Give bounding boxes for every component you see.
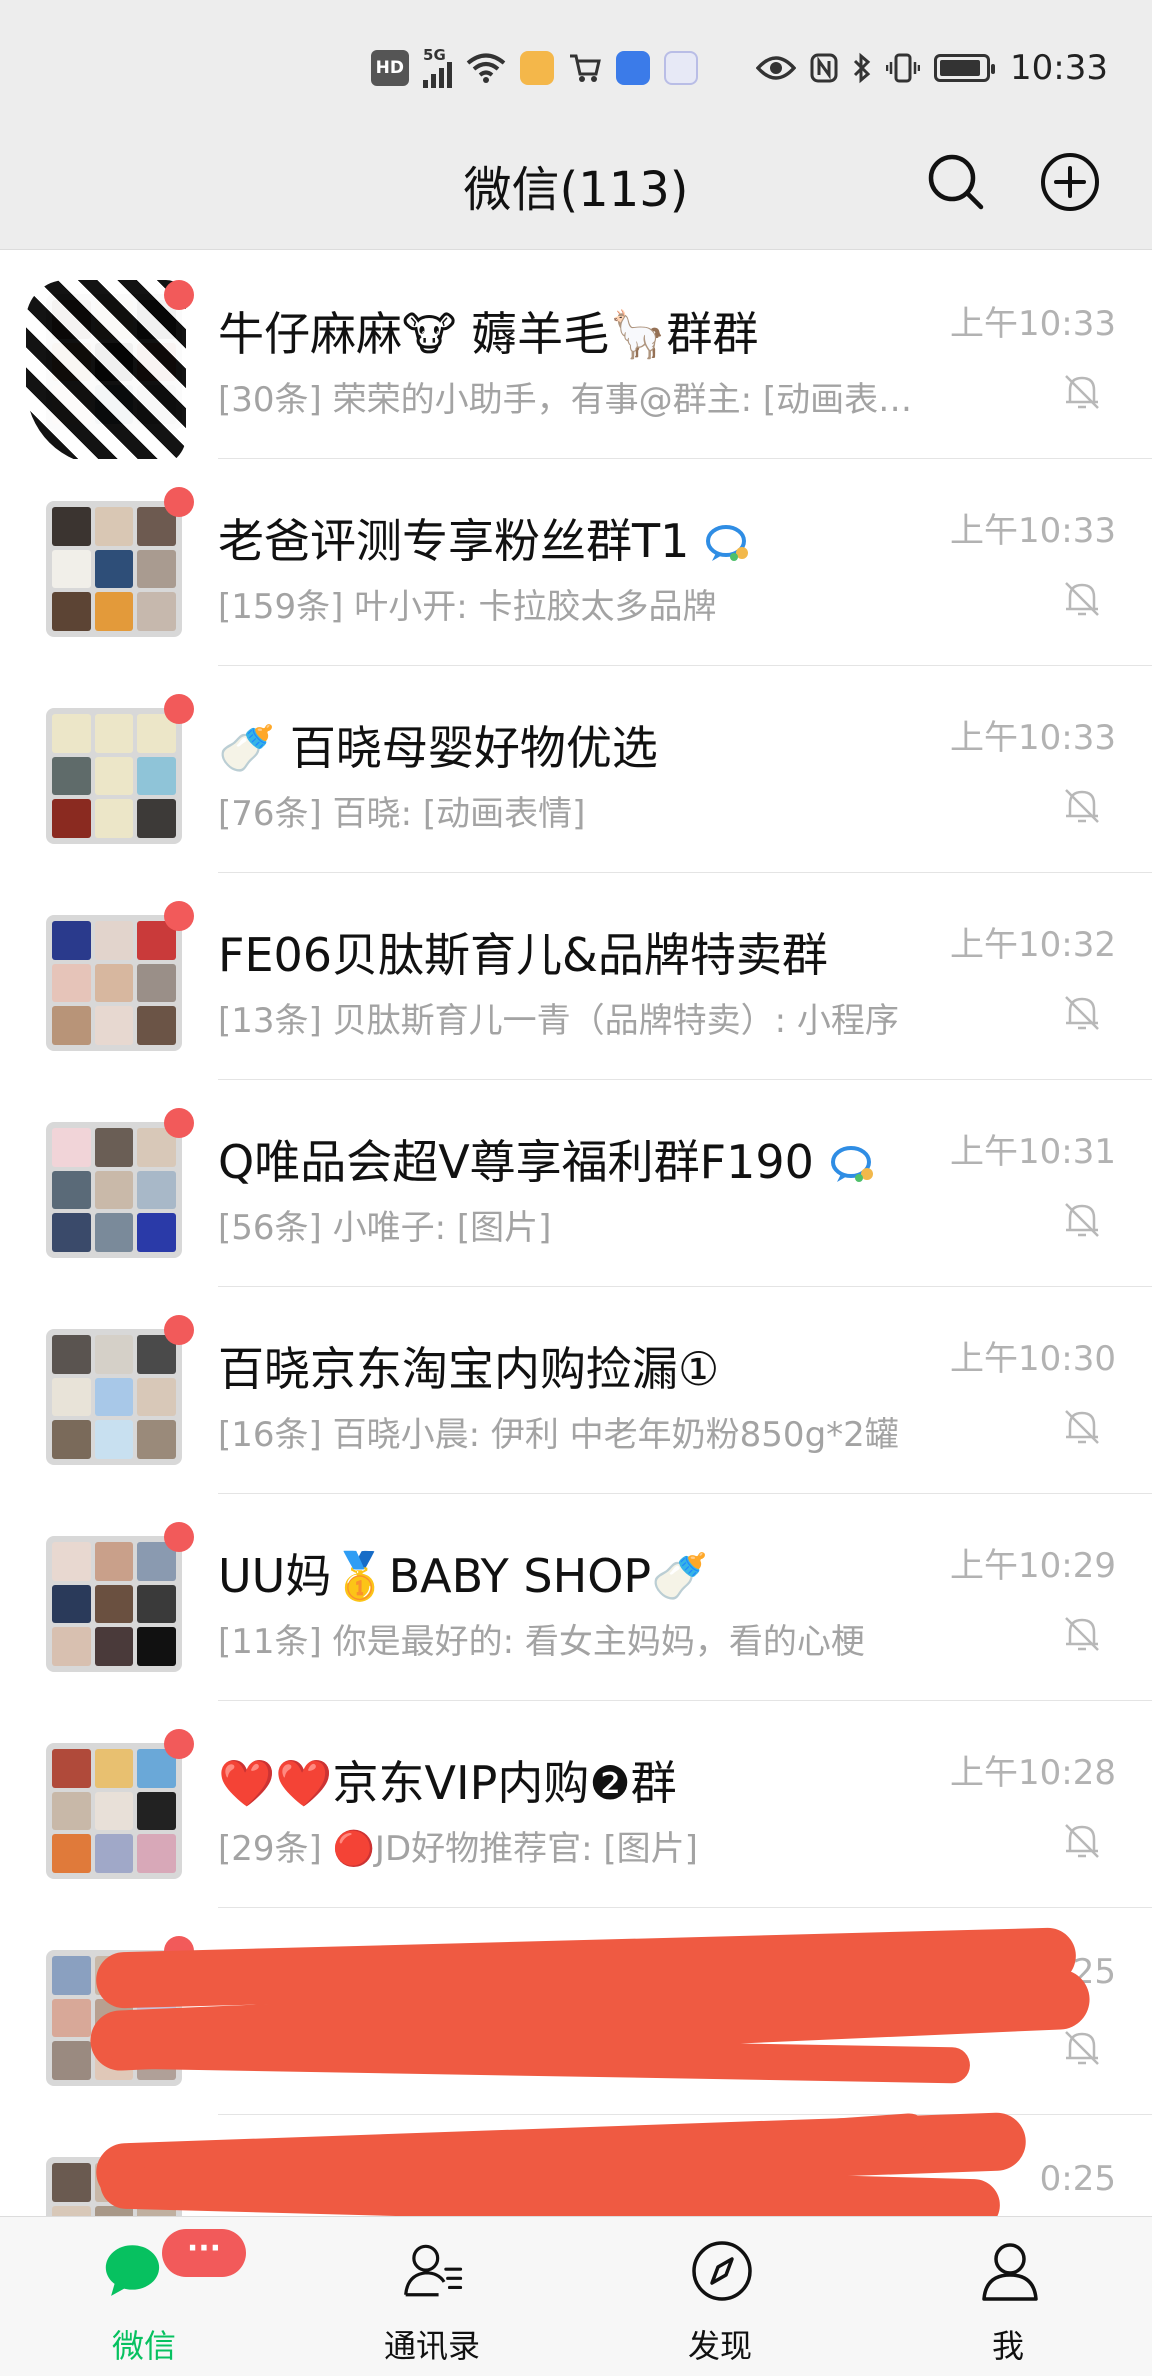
search-button[interactable] [920, 146, 992, 218]
signal-icon: 5G [423, 46, 453, 88]
enterprise-chat-icon [706, 525, 748, 561]
chat-preview: [159条] 叶小开: 卡拉胶太多品牌 [218, 587, 717, 627]
group-avatar [46, 1743, 182, 1879]
tab-discover[interactable]: 发现 [576, 2217, 864, 2376]
mute-icon [1065, 2031, 1099, 2065]
bluetooth-icon [852, 50, 872, 86]
unread-dot [164, 1729, 194, 1759]
eye-icon [756, 50, 797, 86]
tab-chats[interactable]: ··· 微信 [0, 2217, 288, 2376]
vibrate-icon [886, 50, 921, 86]
chat-name: FE06贝肽斯育儿&品牌特卖群 [218, 928, 828, 982]
app-header: 微信(113) [0, 130, 1152, 250]
cart-icon [568, 50, 602, 86]
chat-item[interactable]: 🍼 百晓母婴好物优选 [76条] 百晓: [动画表情] 上午10:33 [0, 666, 1152, 873]
chat-time: 上午10:33 [950, 304, 1116, 344]
unread-dot [164, 487, 194, 517]
mute-icon [1065, 996, 1099, 1030]
network-label: 5G [423, 46, 446, 64]
status-bar: HD 5G 10:33 [0, 0, 1152, 130]
chat-item[interactable]: 牛仔麻麻🐮 薅羊毛🦙群群 [30条] 荣荣的小助手，有事@群主: [动画表情] … [0, 252, 1152, 466]
status-time: 10:33 [1010, 48, 1108, 88]
chat-name: UU妈🥇BABY SHOP🍼 [218, 1549, 709, 1603]
chat-item[interactable]: 百晓京东淘宝内购捡漏① [16条] 百晓小晨: 伊利 中老年奶粉850g*2罐 … [0, 1287, 1152, 1494]
search-icon [928, 154, 984, 210]
chat-preview: [11条] 你是最好的: 看女主妈妈，看的心梗 [218, 1622, 865, 1662]
unread-dot [164, 1108, 194, 1138]
chat-name: 🍼 百晓母婴好物优选 [218, 721, 658, 775]
chat-name: 老爸评测专享粉丝群T1 [218, 505, 918, 571]
profile-app-icon [664, 51, 699, 85]
mute-icon [1065, 375, 1099, 409]
enterprise-chat-icon [830, 1146, 873, 1182]
group-avatar [46, 708, 182, 844]
hd-badge: HD [370, 50, 410, 86]
mute-icon [1065, 1617, 1099, 1651]
add-button[interactable] [1034, 146, 1106, 218]
unread-badge: ··· [162, 2229, 246, 2277]
nfc-icon [810, 50, 838, 86]
status-icons: HD 5G 10:33 [370, 44, 1108, 92]
chat-item[interactable]: UU妈🥇BABY SHOP🍼 [11条] 你是最好的: 看女主妈妈，看的心梗 上… [0, 1494, 1152, 1701]
add-icon [1041, 153, 1099, 211]
mute-icon [1065, 1203, 1099, 1237]
unread-dot [164, 280, 194, 310]
tab-label: 微信 [111, 2327, 176, 2365]
group-avatar [46, 501, 182, 637]
chat-item[interactable]: ❤️❤️京东VIP内购❷群 [29条] 🔴JD好物推荐官: [图片] 上午10:… [0, 1701, 1152, 1908]
chat-item[interactable]: 老爸评测专享粉丝群T1 [159条] 叶小开: 卡拉胶太多品牌 上午10:33 [0, 459, 1152, 666]
tab-label: 发现 [687, 2327, 752, 2365]
mute-icon [1065, 582, 1099, 616]
mute-icon [1065, 1410, 1099, 1444]
chat-time: 上午10:30 [950, 1339, 1116, 1379]
chat-preview: [56条] 小唯子: [图片] [218, 1208, 552, 1248]
tab-label: 通讯录 [383, 2327, 480, 2365]
group-avatar [46, 1536, 182, 1672]
chat-preview: [13条] 贝肽斯育儿一青（品牌特卖）: 小程序 [218, 1001, 899, 1041]
app-notification-icon [520, 51, 555, 85]
mute-icon [1065, 1824, 1099, 1858]
tab-contacts[interactable]: 通讯录 [288, 2217, 576, 2376]
chat-icon [104, 2239, 168, 2303]
chat-item[interactable]: Q唯品会超V尊享福利群F190 [56条] 小唯子: [图片] 上午10:31 [0, 1080, 1152, 1287]
chat-item[interactable]: FE06贝肽斯育儿&品牌特卖群 [13条] 贝肽斯育儿一青（品牌特卖）: 小程序… [0, 873, 1152, 1080]
chat-time: 上午10:33 [950, 511, 1116, 551]
contacts-icon [402, 2239, 466, 2303]
chat-name: 百晓京东淘宝内购捡漏① [218, 1342, 720, 1396]
wifi-icon [466, 50, 506, 86]
school-app-icon [616, 51, 651, 85]
group-avatar [46, 915, 182, 1051]
privacy-sticker [26, 280, 186, 466]
chat-name: 牛仔麻麻🐮 薅羊毛🦙群群 [218, 307, 759, 361]
chat-preview: [76条] 百晓: [动画表情] [218, 794, 586, 834]
chat-time: 上午10:28 [950, 1753, 1116, 1793]
group-avatar [46, 1329, 182, 1465]
chat-name: Q唯品会超V尊享福利群F190 [218, 1126, 918, 1192]
unread-dot [164, 901, 194, 931]
chat-preview: [29条] 🔴JD好物推荐官: [图片] [218, 1829, 698, 1869]
tab-me[interactable]: 我 [864, 2217, 1152, 2376]
chat-time: 0:25 [1039, 2159, 1116, 2199]
battery-icon [934, 54, 996, 82]
chat-preview: [16条] 百晓小晨: 伊利 中老年奶粉850g*2罐 [218, 1415, 899, 1455]
chat-time: 上午10:29 [950, 1546, 1116, 1586]
chat-name: ❤️❤️京东VIP内购❷群 [218, 1756, 677, 1810]
chat-time: 上午10:33 [950, 718, 1116, 758]
tab-bar: ··· 微信 通讯录 发现 我 [0, 2216, 1152, 2376]
compass-icon [690, 2239, 754, 2303]
tab-label: 我 [991, 2327, 1024, 2365]
unread-dot [164, 1522, 194, 1552]
chat-preview: [30条] 荣荣的小助手，有事@群主: [动画表情] [218, 380, 918, 420]
person-icon [978, 2239, 1042, 2303]
mute-icon [1065, 789, 1099, 823]
group-avatar [46, 1122, 182, 1258]
unread-dot [164, 694, 194, 724]
chat-time: 上午10:31 [950, 1132, 1116, 1172]
chat-time: 上午10:32 [950, 925, 1116, 965]
unread-dot [164, 1315, 194, 1345]
